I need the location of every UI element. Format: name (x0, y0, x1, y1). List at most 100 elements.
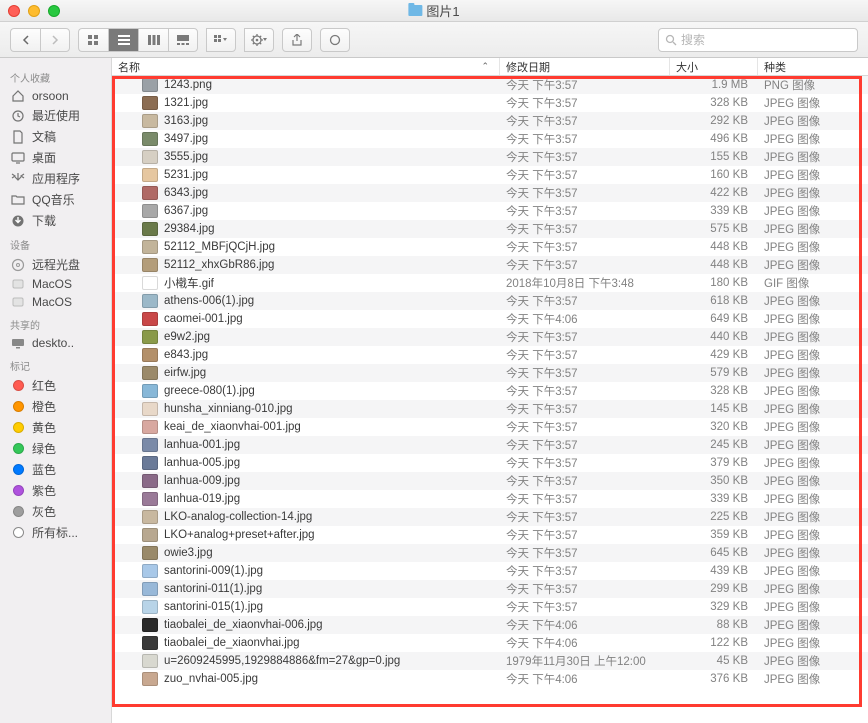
file-row[interactable]: tiaobalei_de_xiaonvhai.jpg今天 下午4:06122 K… (112, 634, 868, 652)
file-row[interactable]: santorini-015(1).jpg今天 下午3:57329 KBJPEG … (112, 598, 868, 616)
file-size: 339 KB (670, 205, 758, 217)
file-row[interactable]: 1243.png今天 下午3:571.9 MBPNG 图像 (112, 76, 868, 94)
file-name: greece-080(1).jpg (164, 385, 255, 397)
file-date: 今天 下午3:57 (500, 239, 670, 255)
share-button[interactable] (282, 28, 312, 52)
traffic-lights (8, 5, 60, 17)
file-row[interactable]: 29384.jpg今天 下午3:57575 KBJPEG 图像 (112, 220, 868, 238)
sidebar-item[interactable]: 灰色 (0, 501, 111, 522)
sidebar-item[interactable]: 下载 (0, 210, 111, 231)
file-row[interactable]: LKO-analog-collection-14.jpg今天 下午3:57225… (112, 508, 868, 526)
forward-button[interactable] (40, 28, 70, 52)
file-row[interactable]: caomei-001.jpg今天 下午4:06649 KBJPEG 图像 (112, 310, 868, 328)
file-row[interactable]: hunsha_xinniang-010.jpg今天 下午3:57145 KBJP… (112, 400, 868, 418)
file-thumb-icon (142, 672, 158, 686)
sidebar-item-label: 应用程序 (32, 170, 80, 187)
file-row[interactable]: u=2609245995,1929884886&fm=27&gp=0.jpg19… (112, 652, 868, 670)
action-button[interactable] (244, 28, 274, 52)
file-row[interactable]: 6367.jpg今天 下午3:57339 KBJPEG 图像 (112, 202, 868, 220)
file-kind: JPEG 图像 (758, 311, 868, 327)
sidebar-item[interactable]: 所有标... (0, 522, 111, 543)
back-button[interactable] (10, 28, 40, 52)
sidebar-item[interactable]: QQ音乐 (0, 189, 111, 210)
sidebar-item[interactable]: 文稿 (0, 126, 111, 147)
file-row[interactable]: santorini-011(1).jpg今天 下午3:57299 KBJPEG … (112, 580, 868, 598)
file-size: 160 KB (670, 169, 758, 181)
file-row[interactable]: 1321.jpg今天 下午3:57328 KBJPEG 图像 (112, 94, 868, 112)
file-row[interactable]: athens-006(1).jpg今天 下午3:57618 KBJPEG 图像 (112, 292, 868, 310)
file-row[interactable]: greece-080(1).jpg今天 下午3:57328 KBJPEG 图像 (112, 382, 868, 400)
sidebar-item[interactable]: 紫色 (0, 480, 111, 501)
file-size: 649 KB (670, 313, 758, 325)
sidebar-item[interactable]: 绿色 (0, 438, 111, 459)
file-row[interactable]: e9w2.jpg今天 下午3:57440 KBJPEG 图像 (112, 328, 868, 346)
sidebar-item[interactable]: 蓝色 (0, 459, 111, 480)
file-row[interactable]: e843.jpg今天 下午3:57429 KBJPEG 图像 (112, 346, 868, 364)
icon-view-button[interactable] (78, 28, 108, 52)
disk-icon (10, 277, 26, 291)
col-name-header[interactable]: 名称⌃ (112, 58, 500, 75)
sidebar-item[interactable]: MacOS (0, 293, 111, 311)
sidebar-item[interactable]: 远程光盘 (0, 254, 111, 275)
file-size: 448 KB (670, 259, 758, 271)
sidebar-item-label: 最近使用 (32, 107, 80, 124)
file-row[interactable]: lanhua-005.jpg今天 下午3:57379 KBJPEG 图像 (112, 454, 868, 472)
file-row[interactable]: lanhua-009.jpg今天 下午3:57350 KBJPEG 图像 (112, 472, 868, 490)
col-size-header[interactable]: 大小 (670, 58, 758, 75)
sidebar-item[interactable]: 应用程序 (0, 168, 111, 189)
file-row[interactable]: 52112_MBFjQCjH.jpg今天 下午3:57448 KBJPEG 图像 (112, 238, 868, 256)
file-size: 429 KB (670, 349, 758, 361)
file-thumb-icon (142, 294, 158, 308)
file-row[interactable]: zuo_nvhai-005.jpg今天 下午4:06376 KBJPEG 图像 (112, 670, 868, 688)
file-list[interactable]: 1243.png今天 下午3:571.9 MBPNG 图像1321.jpg今天 … (112, 76, 868, 723)
tags-button[interactable] (320, 28, 350, 52)
file-size: 422 KB (670, 187, 758, 199)
search-input[interactable]: 搜索 (658, 28, 858, 52)
home-icon (10, 89, 26, 103)
file-date: 今天 下午3:57 (500, 563, 670, 579)
file-date: 今天 下午3:57 (500, 383, 670, 399)
sidebar-item[interactable]: 红色 (0, 375, 111, 396)
sidebar-item[interactable]: MacOS (0, 275, 111, 293)
col-date-header[interactable]: 修改日期 (500, 58, 670, 75)
file-kind: JPEG 图像 (758, 509, 868, 525)
minimize-icon[interactable] (28, 5, 40, 17)
sidebar-item[interactable]: 最近使用 (0, 105, 111, 126)
file-row[interactable]: owie3.jpg今天 下午3:57645 KBJPEG 图像 (112, 544, 868, 562)
list-view-button[interactable] (108, 28, 138, 52)
sidebar-item[interactable]: 橙色 (0, 396, 111, 417)
file-row[interactable]: 小橶车.gif2018年10月8日 下午3:48180 KBGIF 图像 (112, 274, 868, 292)
maximize-icon[interactable] (48, 5, 60, 17)
file-kind: PNG 图像 (758, 77, 868, 93)
file-row[interactable]: tiaobalei_de_xiaonvhai-006.jpg今天 下午4:068… (112, 616, 868, 634)
file-row[interactable]: lanhua-001.jpg今天 下午3:57245 KBJPEG 图像 (112, 436, 868, 454)
file-name: 1321.jpg (164, 97, 208, 109)
file-row[interactable]: 5231.jpg今天 下午3:57160 KBJPEG 图像 (112, 166, 868, 184)
tag-icon (10, 505, 26, 519)
file-row[interactable]: keai_de_xiaonvhai-001.jpg今天 下午3:57320 KB… (112, 418, 868, 436)
sidebar-item[interactable]: orsoon (0, 87, 111, 105)
file-row[interactable]: lanhua-019.jpg今天 下午3:57339 KBJPEG 图像 (112, 490, 868, 508)
sidebar-item-label: 紫色 (32, 482, 56, 499)
close-icon[interactable] (8, 5, 20, 17)
file-row[interactable]: 52112_xhxGbR86.jpg今天 下午3:57448 KBJPEG 图像 (112, 256, 868, 274)
file-row[interactable]: santorini-009(1).jpg今天 下午3:57439 KBJPEG … (112, 562, 868, 580)
file-thumb-icon (142, 258, 158, 272)
sidebar-item-label: 文稿 (32, 128, 56, 145)
file-row[interactable]: eirfw.jpg今天 下午3:57579 KBJPEG 图像 (112, 364, 868, 382)
gallery-view-button[interactable] (168, 28, 198, 52)
sidebar-item[interactable]: deskto.. (0, 334, 111, 352)
col-kind-header[interactable]: 种类 (758, 58, 868, 75)
file-name: zuo_nvhai-005.jpg (164, 673, 258, 685)
file-row[interactable]: LKO+analog+preset+after.jpg今天 下午3:57359 … (112, 526, 868, 544)
arrange-button[interactable] (206, 28, 236, 52)
file-row[interactable]: 3555.jpg今天 下午3:57155 KBJPEG 图像 (112, 148, 868, 166)
file-row[interactable]: 6343.jpg今天 下午3:57422 KBJPEG 图像 (112, 184, 868, 202)
sidebar-item[interactable]: 黄色 (0, 417, 111, 438)
file-thumb-icon (142, 636, 158, 650)
column-view-button[interactable] (138, 28, 168, 52)
search-icon (665, 34, 677, 46)
file-row[interactable]: 3497.jpg今天 下午3:57496 KBJPEG 图像 (112, 130, 868, 148)
sidebar-item[interactable]: 桌面 (0, 147, 111, 168)
file-row[interactable]: 3163.jpg今天 下午3:57292 KBJPEG 图像 (112, 112, 868, 130)
